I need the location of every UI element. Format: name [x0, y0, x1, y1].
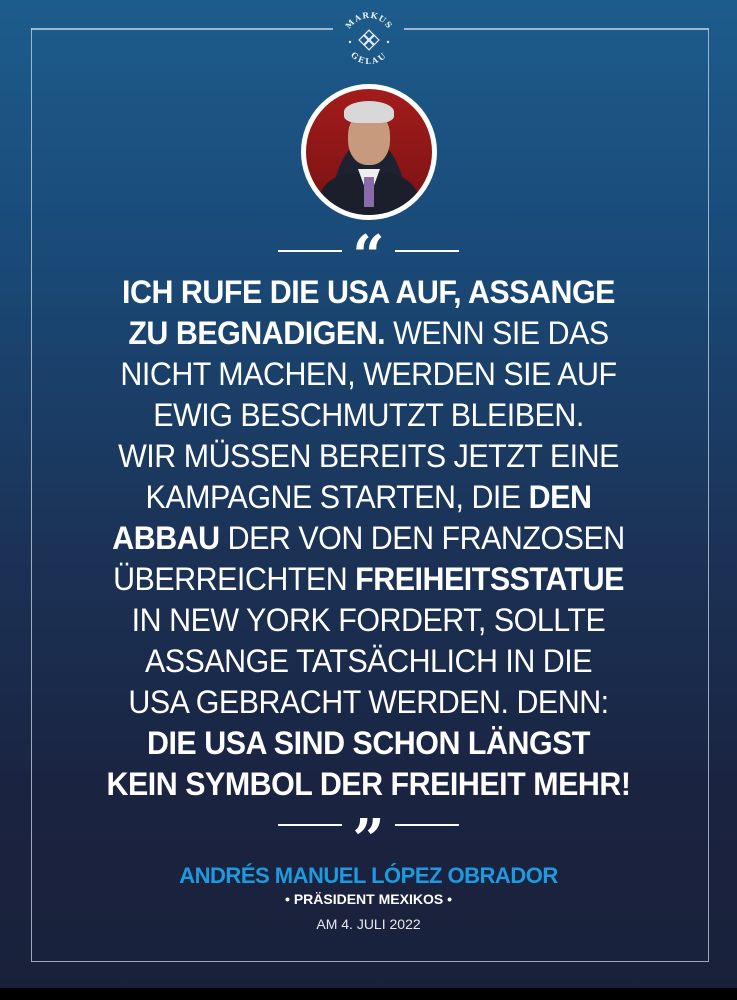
- author-title: • PRÄSIDENT MEXIKOS •: [285, 891, 452, 907]
- opening-quote-divider: “: [0, 223, 737, 289]
- svg-text:MARKUS: MARKUS: [343, 10, 395, 31]
- svg-text:GELAU: GELAU: [349, 50, 389, 67]
- quote-line: USA GEBRACHT WERDEN. DENN:: [18, 682, 718, 723]
- quote-line: DIE USA SIND SCHON LÄNGST: [18, 723, 718, 764]
- quote-bold-segment: ZU BEGNADIGEN.: [128, 315, 386, 351]
- quote-date: AM 4. JULI 2022: [316, 916, 421, 932]
- markus-gelau-logo: MARKUS GELAU: [337, 8, 401, 72]
- quote-segment: WIR MÜSSEN BEREITS JETZT EINE: [118, 438, 619, 474]
- quote-bold-segment: ABBAU: [112, 520, 220, 556]
- quote-bold-segment: DEN: [528, 479, 592, 515]
- portrait-photo: [301, 84, 437, 220]
- author-name: ANDRÉS MANUEL LÓPEZ OBRADOR: [179, 863, 558, 888]
- quote-line: ABBAU DER VON DEN FRANZOSEN: [18, 518, 718, 559]
- quote-segment: IN NEW YORK FORDERT, SOLLTE: [131, 602, 606, 638]
- quote-bold-segment: FREIHEITSSTATUE: [355, 561, 624, 597]
- quote-line: IN NEW YORK FORDERT, SOLLTE: [18, 600, 718, 641]
- quote-segment: USA GEBRACHT WERDEN. DENN:: [128, 684, 609, 720]
- quote-bold-segment: ICH RUFE DIE USA AUF, ASSANGE: [122, 274, 615, 310]
- quote-line: NICHT MACHEN, WERDEN SIE AUF: [18, 354, 718, 395]
- quote-line: KAMPAGNE STARTEN, DIE DEN: [18, 477, 718, 518]
- quote-line: EWIG BESCHMUTZT BLEIBEN.: [18, 395, 718, 436]
- quote-line: ASSANGE TATSÄCHLICH IN DIE: [18, 641, 718, 682]
- quote-segment: EWIG BESCHMUTZT BLEIBEN.: [153, 397, 584, 433]
- quote-line: ZU BEGNADIGEN. WENN SIE DAS: [18, 313, 718, 354]
- quote-line: ICH RUFE DIE USA AUF, ASSANGE: [18, 272, 718, 313]
- quote-line: ÜBERREICHTEN FREIHEITSSTATUE: [18, 559, 718, 600]
- quote-line: KEIN SYMBOL DER FREIHEIT MEHR!: [18, 764, 718, 805]
- quote-segment: NICHT MACHEN, WERDEN SIE AUF: [120, 356, 617, 392]
- quote-bold-segment: KEIN SYMBOL DER FREIHEIT MEHR!: [106, 766, 631, 802]
- quote-bold-segment: DIE USA SIND SCHON LÄNGST: [146, 725, 591, 761]
- quote-segment: WENN SIE DAS: [385, 315, 609, 351]
- closing-quote-icon: ”: [352, 807, 385, 873]
- quote-segment: DER VON DEN FRANZOSEN: [219, 520, 626, 556]
- opening-quote-icon: “: [352, 223, 385, 289]
- closing-quote-divider: ”: [0, 807, 737, 873]
- quote-text: ICH RUFE DIE USA AUF, ASSANGE ZU BEGNADIG…: [0, 272, 737, 805]
- quote-line: WIR MÜSSEN BEREITS JETZT EINE: [18, 436, 718, 477]
- quote-segment: ÜBERREICHTEN: [113, 561, 356, 597]
- bottom-bar: [0, 988, 737, 1000]
- quote-segment: ASSANGE TATSÄCHLICH IN DIE: [144, 643, 593, 679]
- quote-segment: KAMPAGNE STARTEN, DIE: [145, 479, 529, 515]
